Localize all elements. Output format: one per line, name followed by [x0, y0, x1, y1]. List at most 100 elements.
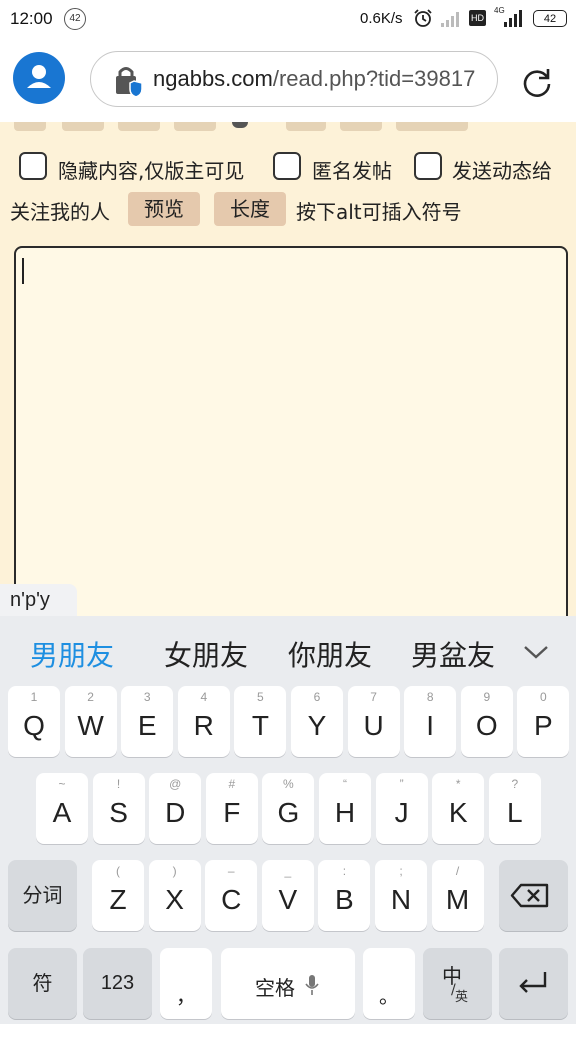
toolbar-button[interactable] — [340, 122, 382, 131]
key-label: W — [77, 710, 104, 741]
key-q[interactable]: 1Q — [8, 686, 60, 757]
key-j[interactable]: ” J — [375, 773, 428, 844]
candidate-word[interactable]: 男朋友 — [30, 634, 114, 674]
number-key[interactable]: 123 — [83, 948, 152, 1019]
toolbar-button[interactable] — [174, 122, 216, 131]
send-activity-checkbox[interactable] — [414, 152, 442, 180]
preview-button[interactable]: 预览 — [128, 192, 200, 226]
length-button[interactable]: 长度 — [214, 192, 286, 226]
key-label: I — [426, 710, 435, 741]
symbol-key[interactable]: 符 — [8, 948, 77, 1019]
backspace-key[interactable] — [499, 860, 568, 931]
key-hint: : — [342, 864, 347, 878]
key-hint: 8 — [426, 690, 434, 704]
key-hint: 4 — [200, 690, 208, 704]
address-bar[interactable]: ngabbs.com/read.php?tid=39817 — [90, 51, 498, 107]
user-avatar-button[interactable] — [13, 52, 65, 104]
key-t[interactable]: 5T — [234, 686, 287, 757]
chevron-down-icon[interactable] — [522, 642, 550, 662]
key-y[interactable]: 6Y — [291, 686, 343, 757]
toolbar-button[interactable] — [14, 122, 46, 131]
alt-symbol-hint: 按下alt可插入符号 — [296, 200, 462, 224]
key-hint: ” — [399, 777, 404, 791]
ime-keyboard: 男朋友 女朋友 你朋友 男盆友 1Q2W3E4R5T6Y7U8I9O0P ~ A!… — [0, 616, 576, 1024]
site-security-lock-icon — [116, 67, 143, 98]
candidate-word[interactable]: 女朋友 — [164, 634, 248, 674]
key-b[interactable]: :B — [318, 860, 371, 931]
key-hint: # — [228, 777, 236, 791]
key-u[interactable]: 7U — [347, 686, 400, 757]
send-activity-label-cont: 关注我的人 — [10, 200, 110, 224]
key-hint: ) — [172, 864, 177, 878]
space-key[interactable]: 空格 — [221, 948, 355, 1019]
browser-toolbar: ngabbs.com/read.php?tid=39817 — [0, 38, 576, 122]
key-g[interactable]: % G — [262, 773, 315, 844]
key-n[interactable]: ; N — [375, 860, 427, 931]
url-path: /read.php?tid=39817 — [272, 66, 476, 91]
notification-count-badge: 42 — [64, 8, 86, 30]
key-hint: 2 — [87, 690, 94, 704]
period-key[interactable]: 。 — [363, 948, 415, 1019]
key-label: F — [223, 797, 241, 828]
candidate-word[interactable]: 男盆友 — [411, 634, 503, 674]
alarm-icon — [414, 9, 432, 27]
candidate-word[interactable]: 你朋友 — [288, 634, 372, 674]
url-text: ngabbs.com/read.php?tid=39817 — [153, 66, 475, 92]
key-c[interactable]: – C — [205, 860, 258, 931]
key-w[interactable]: 2W — [64, 686, 117, 757]
key-label: M — [445, 884, 470, 915]
key-o[interactable]: 9O — [460, 686, 513, 757]
post-content-textarea[interactable] — [14, 246, 568, 616]
toolbar-button[interactable] — [286, 122, 326, 131]
key-a[interactable]: ~ A — [36, 773, 88, 844]
key-label: Y — [307, 710, 327, 741]
key-p[interactable]: 0P — [517, 686, 570, 757]
status-bar: 12:00 42 0.6K/s HD 4G 42 — [0, 0, 576, 38]
key-v[interactable]: _ V — [261, 860, 314, 931]
key-hint: 0 — [540, 690, 547, 704]
lang-key-slash: / — [451, 982, 456, 998]
key-label: L — [507, 797, 523, 828]
network-speed: 0.6K/s — [360, 10, 403, 27]
key-k[interactable]: * K — [432, 773, 485, 844]
anonymous-label: 匿名发帖 — [312, 159, 392, 183]
key-hint: ( — [116, 864, 120, 878]
key-hint: _ — [284, 864, 292, 878]
toolbar-button[interactable] — [396, 122, 468, 131]
segment-key[interactable]: 分词 — [8, 860, 77, 931]
key-hint: 7 — [370, 690, 377, 704]
key-m[interactable]: / M — [431, 860, 484, 931]
key-label: V — [278, 884, 298, 915]
toolbar-button[interactable] — [232, 122, 248, 128]
key-label: G — [277, 797, 300, 828]
key-s[interactable]: ! S — [92, 773, 145, 844]
toolbar-button[interactable] — [118, 122, 160, 131]
key-hint: ~ — [58, 777, 66, 791]
key-h[interactable]: “H — [319, 773, 371, 844]
key-e[interactable]: 3E — [121, 686, 174, 757]
key-label: R — [193, 710, 214, 741]
key-label: Q — [23, 710, 45, 741]
key-label: J — [394, 797, 409, 828]
user-icon — [27, 65, 51, 88]
key-hint: 1 — [30, 690, 38, 704]
toolbar-button[interactable] — [62, 122, 104, 131]
space-key-label: 空格 — [255, 976, 295, 1000]
anonymous-checkbox[interactable] — [273, 152, 301, 180]
language-switch-key[interactable]: 中 英 / — [423, 948, 492, 1019]
reload-icon[interactable] — [520, 65, 554, 99]
key-f[interactable]: # F — [205, 773, 258, 844]
key-x[interactable]: ) X — [148, 860, 201, 931]
key-d[interactable]: @ D — [149, 773, 202, 844]
key-z[interactable]: (Z — [92, 860, 144, 931]
hide-content-checkbox[interactable] — [19, 152, 47, 180]
enter-key[interactable] — [499, 948, 568, 1019]
key-label: C — [221, 884, 242, 915]
key-l[interactable]: ? L — [488, 773, 541, 844]
key-hint: 5 — [257, 690, 264, 704]
key-label: K — [448, 797, 468, 828]
key-r[interactable]: 4R — [177, 686, 230, 757]
key-i[interactable]: 8I — [404, 686, 457, 757]
comma-key[interactable]: ， — [160, 948, 212, 1019]
reply-form: 隐藏内容,仅版主可见 匿名发帖 发送动态给 关注我的人 预览 长度 按下alt可… — [0, 122, 576, 616]
